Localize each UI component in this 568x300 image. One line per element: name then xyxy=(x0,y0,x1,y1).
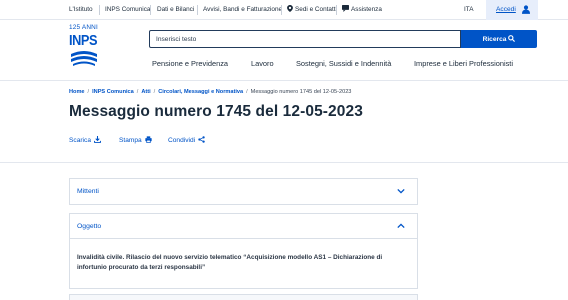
breadcrumb-circolari[interactable]: Circolari, Messaggi e Normativa xyxy=(158,89,243,95)
topbar-link-sedi-label: Sedi e Contatti xyxy=(295,6,337,13)
logo-anniversary-text: 125 ANNI xyxy=(69,24,98,31)
logo-wordmark: INPS xyxy=(69,32,98,49)
chevron-down-icon xyxy=(397,188,405,194)
download-icon xyxy=(94,136,101,144)
divider xyxy=(281,5,282,15)
login-label: Accedi xyxy=(496,6,516,13)
share-icon xyxy=(198,136,205,143)
accordion-next-partial[interactable] xyxy=(69,294,418,300)
accordion-oggetto-header[interactable]: Oggetto xyxy=(70,214,417,239)
accordion-mittenti-header[interactable]: Mittenti xyxy=(70,179,417,204)
print-icon xyxy=(145,136,152,144)
breadcrumb-current: Messaggio numero 1745 del 12-05-2023 xyxy=(250,89,352,95)
share-label: Condividi xyxy=(168,137,196,144)
accordion-mittenti-title: Mittenti xyxy=(77,188,99,195)
header-divider xyxy=(0,80,568,81)
location-pin-icon xyxy=(287,5,293,13)
login-button[interactable]: Accedi xyxy=(486,0,538,20)
download-label: Scarica xyxy=(69,137,91,144)
accordion-oggetto-body: Invalidità civile. Rilascio del nuovo se… xyxy=(77,254,383,271)
search-button-label: Ricerca xyxy=(482,35,507,43)
chevron-up-icon xyxy=(397,223,405,229)
topbar-link-dati-bilanci[interactable]: Dati e Bilanci xyxy=(157,0,194,20)
user-icon xyxy=(522,5,530,14)
inps-logo[interactable]: 125 ANNI INPS xyxy=(69,24,109,70)
share-button[interactable]: Condividi xyxy=(168,136,205,144)
accordion-oggetto: Oggetto Invalidità civile. Rilascio del … xyxy=(69,213,418,289)
search-button[interactable]: Ricerca xyxy=(461,30,537,48)
divider xyxy=(336,5,337,15)
page-title: Messaggio numero 1745 del 12-05-2023 xyxy=(69,103,363,120)
top-utility-bar: L'Istituto INPS Comunica Dati e Bilanci … xyxy=(0,0,568,20)
accordion-oggetto-title: Oggetto xyxy=(77,223,102,230)
download-button[interactable]: Scarica xyxy=(69,136,101,144)
logo-emblem-icon xyxy=(71,51,97,66)
print-label: Stampa xyxy=(119,137,142,144)
topbar-link-istituto[interactable]: L'Istituto xyxy=(69,0,93,20)
divider xyxy=(99,5,100,15)
breadcrumb-home[interactable]: Home xyxy=(69,89,85,95)
divider xyxy=(150,5,151,15)
print-button[interactable]: Stampa xyxy=(119,136,152,144)
divider xyxy=(197,5,198,15)
chat-icon xyxy=(342,5,349,13)
nav-sostegni-sussidi[interactable]: Sostegni, Sussidi e Indennità xyxy=(296,56,391,72)
topbar-link-assistenza[interactable]: Assistenza xyxy=(342,0,382,20)
topbar-link-sedi[interactable]: Sedi e Contatti xyxy=(287,0,337,20)
language-selector[interactable]: ITA xyxy=(464,0,473,20)
topbar-link-assistenza-label: Assistenza xyxy=(351,6,382,13)
topbar-link-inps-comunica[interactable]: INPS Comunica xyxy=(105,0,150,20)
breadcrumb-atti[interactable]: Atti xyxy=(141,89,150,95)
search-input[interactable] xyxy=(149,30,461,48)
accordion-mittenti: Mittenti xyxy=(69,178,418,205)
breadcrumb: Home / INPS Comunica / Atti / Circolari, Messa… xyxy=(69,89,352,95)
section-divider xyxy=(0,162,568,163)
nav-lavoro[interactable]: Lavoro xyxy=(251,56,274,72)
nav-imprese-professionisti[interactable]: Imprese e Liberi Professionisti xyxy=(414,56,513,72)
nav-pensione-previdenza[interactable]: Pensione e Previdenza xyxy=(152,56,228,72)
breadcrumb-inps-comunica[interactable]: INPS Comunica xyxy=(92,89,134,95)
topbar-link-avvisi[interactable]: Avvisi, Bandi e Fatturazione xyxy=(203,0,282,20)
search-icon xyxy=(508,34,516,42)
